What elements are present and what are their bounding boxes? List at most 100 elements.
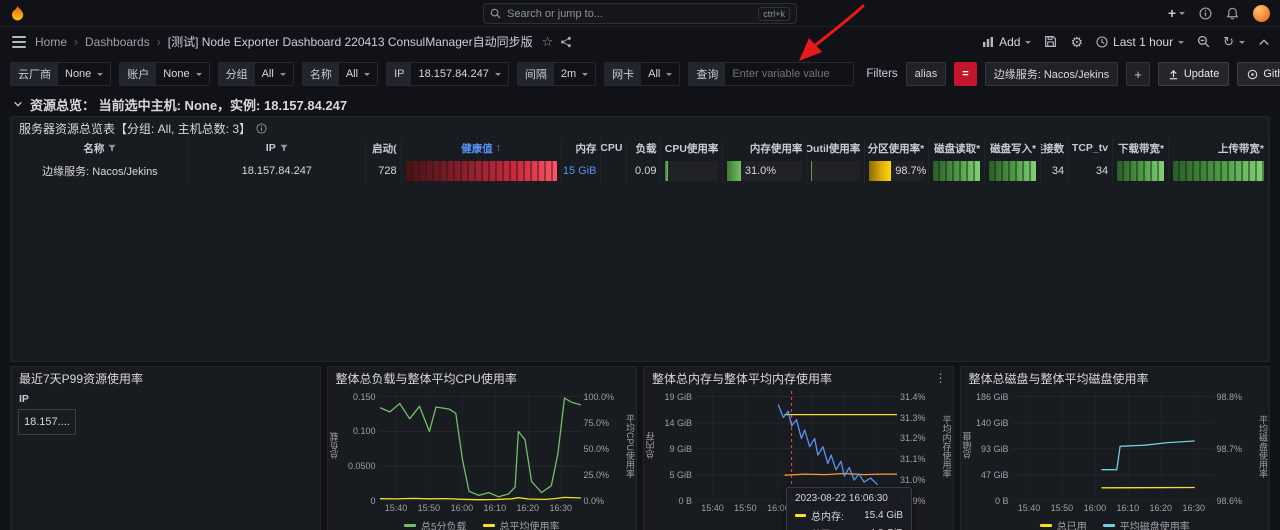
- variable-value-dropdown[interactable]: None: [58, 63, 111, 85]
- update-button[interactable]: Update: [1157, 62, 1230, 86]
- table-cell: 34: [1041, 157, 1070, 184]
- variable-control[interactable]: 间隔 2m: [516, 62, 597, 86]
- chevron-down-icon: [195, 73, 202, 79]
- panel-header[interactable]: 最近7天P99资源使用率: [11, 367, 320, 389]
- time-range-picker[interactable]: Last 1 hour: [1096, 35, 1185, 49]
- variable-control[interactable]: 分组 All: [217, 62, 294, 86]
- breadcrumb-home[interactable]: Home: [35, 35, 67, 49]
- column-header[interactable]: IOutil使用率: [807, 139, 866, 157]
- adhoc-add-filter-button[interactable]: +: [1126, 62, 1150, 86]
- new-menu-button[interactable]: +: [1168, 6, 1185, 20]
- column-header[interactable]: 启动(: [366, 139, 402, 157]
- refresh-button[interactable]: ↻: [1223, 35, 1245, 48]
- row-title: 资源总览： 当前选中主机: None，实例: 18.157.84.247: [30, 97, 348, 113]
- user-avatar[interactable]: [1253, 4, 1270, 22]
- query-variable[interactable]: 查询: [688, 62, 855, 86]
- panel-header[interactable]: 服务器资源总览表【分组: All, 主机总数: 3】: [11, 117, 1269, 139]
- gauge-track: 31.0%: [727, 160, 803, 181]
- column-header[interactable]: 名称: [12, 139, 189, 157]
- chart-plot-area[interactable]: [378, 391, 582, 502]
- variable-control[interactable]: 名称 All: [301, 62, 379, 86]
- zoom-out-button[interactable]: [1197, 35, 1210, 48]
- chevron-down-icon: [279, 73, 286, 79]
- table-cell[interactable]: 边缘服务: Nacos/Jekins: [12, 157, 189, 184]
- row-header[interactable]: 资源总览： 当前选中主机: None，实例: 18.157.84.247: [0, 92, 1280, 116]
- chart-plot-area[interactable]: [1012, 391, 1214, 502]
- column-header[interactable]: 负载: [627, 139, 662, 157]
- p99-column-header[interactable]: IP: [11, 389, 320, 405]
- adhoc-filter-operator[interactable]: =: [954, 62, 977, 86]
- adhoc-filter-key[interactable]: alias: [905, 62, 947, 86]
- variable-label: 账户: [120, 63, 157, 85]
- breadcrumb-dashboard-title[interactable]: [测试] Node Exporter Dashboard 220413 Cons…: [168, 33, 533, 50]
- column-header[interactable]: 健康值 ↑: [402, 139, 562, 157]
- column-header[interactable]: 连接数: [1041, 139, 1070, 157]
- gauge-bar: [933, 160, 981, 181]
- column-header[interactable]: CPU使用率: [661, 139, 724, 157]
- variable-value-dropdown[interactable]: None: [156, 63, 209, 85]
- disk-chart-panel: 整体总磁盘与整体平均磁盘使用率 总磁盘 186 GiB 140 GiB 93 GiB…: [959, 366, 1270, 530]
- clock-icon: [1096, 35, 1108, 48]
- column-header[interactable]: 分区使用率*: [865, 139, 930, 157]
- hide-controls-button[interactable]: [1258, 37, 1270, 47]
- breadcrumb-dashboards[interactable]: Dashboards: [85, 35, 150, 49]
- chevron-down-icon: [1178, 40, 1185, 47]
- legend-item[interactable]: 总平均使用率: [482, 518, 560, 530]
- filter-icon[interactable]: [280, 144, 288, 152]
- filter-icon[interactable]: [108, 144, 117, 152]
- column-header[interactable]: CPU: [601, 139, 628, 157]
- column-header[interactable]: 下载带宽*: [1113, 139, 1170, 157]
- variable-value-dropdown[interactable]: All: [641, 63, 680, 85]
- column-header[interactable]: 内存使用率: [723, 139, 808, 157]
- panel-header[interactable]: 整体总磁盘与整体平均磁盘使用率: [961, 367, 1270, 389]
- github-button[interactable]: Github: [1237, 62, 1280, 86]
- dashboard-toolbar: Home › Dashboards › [测试] Node Exporter D…: [0, 27, 1280, 56]
- variable-value-dropdown[interactable]: All: [338, 63, 378, 85]
- column-header[interactable]: IP: [189, 139, 366, 157]
- favorite-star-icon[interactable]: ☆: [542, 34, 554, 50]
- breadcrumb-chevron-icon: ›: [74, 34, 79, 49]
- variable-label: 间隔: [517, 63, 554, 85]
- variable-control[interactable]: IP 18.157.84.247: [386, 62, 509, 86]
- variable-value-dropdown[interactable]: All: [254, 63, 293, 85]
- column-header[interactable]: 内存: [562, 139, 602, 157]
- panel-menu-kebab-icon[interactable]: ⋮: [935, 371, 947, 385]
- legend-item[interactable]: 总5分负载: [403, 518, 467, 530]
- panel-header[interactable]: 整体总内存与整体平均内存使用率: [644, 367, 953, 389]
- variable-value-dropdown[interactable]: 18.157.84.247: [411, 63, 508, 85]
- share-icon[interactable]: [560, 36, 572, 48]
- table-cell: [929, 157, 986, 184]
- query-variable-input[interactable]: [725, 63, 854, 85]
- notifications-bell-icon[interactable]: [1226, 7, 1239, 20]
- add-panel-button[interactable]: Add: [982, 35, 1032, 49]
- gauge-bar: [1173, 160, 1264, 181]
- variable-control[interactable]: 账户 None: [119, 62, 210, 86]
- column-header[interactable]: TCP_tv: [1069, 139, 1114, 157]
- menu-toggle-button[interactable]: [12, 40, 26, 43]
- chevron-down-icon: [666, 73, 673, 79]
- panel-header[interactable]: 整体总负载与整体平均CPU使用率: [328, 367, 637, 389]
- adhoc-filter-value[interactable]: 边缘服务: Nacos/Jekins: [984, 62, 1119, 86]
- variable-control[interactable]: 云厂商 None: [10, 62, 112, 86]
- panel-title: 整体总负载与整体平均CPU使用率: [335, 371, 517, 386]
- table-cell: [1113, 157, 1170, 184]
- save-dashboard-button[interactable]: [1044, 35, 1057, 48]
- help-icon[interactable]: [1199, 6, 1212, 20]
- grafana-logo[interactable]: [10, 5, 25, 21]
- legend-item[interactable]: 总已用: [1039, 518, 1087, 530]
- p99-ip-cell[interactable]: 18.157....: [18, 409, 76, 435]
- legend-item[interactable]: 平均磁盘使用率: [1102, 518, 1190, 530]
- variable-control[interactable]: 网卡 All: [604, 62, 681, 86]
- variable-value-dropdown[interactable]: 2m: [553, 63, 596, 85]
- column-header[interactable]: 磁盘写入*: [985, 139, 1042, 157]
- right-axis-ticks: 31.4% 31.3% 31.2% 31.1% 31.0% 30.9%: [900, 391, 926, 506]
- variables-bar: 云厂商 None 账户 None 分组 All 名称 All IP 18.157.84.247 间隔…: [0, 56, 1280, 92]
- column-header[interactable]: 磁盘读取*: [929, 139, 986, 157]
- chevron-down-icon: [494, 73, 501, 79]
- table-cell: [601, 157, 628, 184]
- chevron-up-icon: [1259, 38, 1269, 45]
- dashboard-settings-button[interactable]: ⚙: [1070, 35, 1083, 49]
- chart-plot-area[interactable]: [696, 391, 898, 502]
- column-header[interactable]: 上传带宽*: [1169, 139, 1269, 157]
- search-input[interactable]: Search or jump to... ctrl+k: [483, 3, 797, 24]
